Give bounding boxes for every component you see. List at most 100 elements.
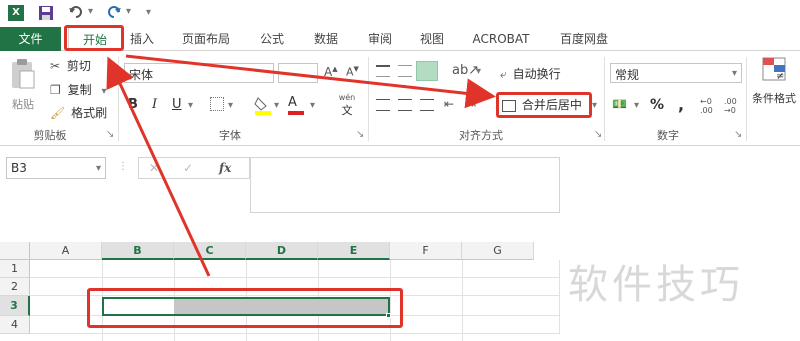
fill-color-dropdown-icon[interactable]: ▾ [274,100,279,111]
accounting-icon[interactable]: 💵 [612,97,627,111]
column-header[interactable]: A [30,242,102,260]
percent-button[interactable]: % [650,97,664,113]
align-center-icon[interactable] [398,99,412,111]
tab-baidu-netdisk[interactable]: 百度网盘 [554,27,614,51]
grid-row[interactable] [30,260,560,278]
underline-dropdown-icon[interactable]: ▾ [188,100,193,111]
tab-view[interactable]: 视图 [414,27,450,51]
conditional-format-label: 条件格式 [752,92,796,105]
save-icon[interactable] [38,5,54,21]
decrease-decimal-icon[interactable]: .00 →0 [724,97,737,115]
align-right-icon[interactable] [420,99,434,111]
conditional-format-button[interactable]: ≠ 条件格式 [752,57,800,117]
redo-dropdown-icon[interactable]: ▾ [126,6,131,17]
divider [604,57,605,141]
align-left-icon[interactable] [376,99,390,111]
row-header[interactable]: 4 [0,316,30,334]
orientation-dropdown-icon[interactable]: ▾ [476,66,481,77]
tab-formulas[interactable]: 公式 [254,27,290,51]
name-box-value: B3 [11,161,27,175]
align-top-icon[interactable] [376,65,390,77]
merge-center-button[interactable]: 合并后居中 [502,96,588,114]
column-header[interactable]: C [174,242,246,260]
tab-acrobat[interactable]: ACROBAT [466,27,536,51]
bold-button[interactable]: B [128,97,138,112]
borders-icon[interactable] [210,97,224,111]
increase-indent-icon[interactable]: ⇥ [466,97,476,111]
align-middle-icon[interactable] [398,65,412,77]
column-divider [462,260,463,341]
font-color-letter: A [288,95,297,110]
svg-text:≠: ≠ [776,71,784,82]
select-all-corner[interactable] [0,242,30,260]
insert-function-button[interactable]: fx [219,161,231,175]
column-header[interactable]: E [318,242,390,260]
row-header[interactable]: 1 [0,260,30,278]
underline-button[interactable]: U [172,97,182,112]
column-header[interactable]: F [390,242,462,260]
alignment-launcher-icon[interactable]: ↘ [594,129,602,140]
copy-icon: ❐ [50,83,61,97]
redo-icon[interactable] [106,4,122,20]
shrink-font-icon[interactable]: A▼ [346,65,359,79]
merge-center-label: 合并后居中 [521,98,582,112]
number-format-dropdown-icon: ▾ [731,68,737,79]
cut-button[interactable]: ✂ 剪切 [50,57,120,75]
accounting-dropdown-icon[interactable]: ▾ [634,100,639,111]
undo-icon[interactable] [68,4,84,20]
row-header[interactable]: 2 [0,278,30,296]
name-box[interactable]: B3 ▾ [6,157,106,179]
number-launcher-icon[interactable]: ↘ [734,129,742,140]
wrap-text-button[interactable]: ⤶ 自动换行 [500,65,590,83]
column-header[interactable]: G [462,242,534,260]
align-bottom-icon[interactable] [416,61,438,81]
phonetic-button[interactable]: wén 文 [332,93,362,117]
row-header[interactable]: 3 [0,296,30,316]
comma-button[interactable]: , [678,95,684,114]
font-name-select[interactable]: 宋体 [124,63,274,83]
paste-button[interactable]: 粘贴 [6,59,40,115]
number-group-label: 数字 [657,129,679,142]
number-format-select[interactable]: 常规 ▾ [610,63,742,83]
brush-icon: 🖌 [50,106,66,120]
tab-insert[interactable]: 插入 [126,27,158,51]
clipboard-group-label: 剪贴板 [33,129,67,142]
formula-input[interactable] [250,157,560,213]
quick-access-toolbar: X ▾ ▾ ▾ [0,0,800,27]
fill-color-icon[interactable] [254,95,272,115]
cancel-formula-button[interactable]: ✕ [149,161,159,175]
decrease-indent-icon[interactable]: ⇤ [444,97,454,111]
tab-review[interactable]: 审阅 [362,27,398,51]
divider [118,57,119,141]
enter-formula-button[interactable]: ✓ [183,161,193,175]
format-painter-button[interactable]: 🖌 格式刷 [50,104,120,122]
font-group-label: 字体 [219,129,241,142]
scissors-icon: ✂ [50,59,61,73]
wrap-text-icon: ⤶ [500,67,507,81]
font-size-select[interactable] [278,63,318,83]
name-box-dropdown-icon: ▾ [95,163,101,174]
font-color-dropdown-icon[interactable]: ▾ [310,100,315,111]
increase-decimal-icon[interactable]: ←0.00 [700,97,713,115]
copy-dropdown-icon[interactable]: ▾ [101,86,106,97]
font-launcher-icon[interactable]: ↘ [356,129,364,140]
column-header[interactable]: B [102,242,174,260]
conditional-format-icon: ≠ [762,57,786,82]
undo-dropdown-icon[interactable]: ▾ [88,6,93,17]
tab-data[interactable]: 数据 [308,27,344,51]
grow-font-icon[interactable]: A▲ [324,65,338,79]
clipboard-launcher-icon[interactable]: ↘ [106,129,114,140]
tab-page-layout[interactable]: 页面布局 [176,27,236,51]
copy-button[interactable]: ❐ 复制 ▾ [50,81,120,99]
phonetic-pinyin: wén [338,93,356,102]
customize-qat-icon[interactable]: ▾ [146,7,151,18]
italic-button[interactable]: I [152,97,157,112]
formula-dots: ⋮ [118,161,128,172]
divider [368,57,369,141]
borders-dropdown-icon[interactable]: ▾ [228,100,233,111]
tab-file[interactable]: 文件 [0,27,61,51]
selection-highlight [87,288,403,328]
font-color-icon[interactable]: A [288,95,306,115]
column-header[interactable]: D [246,242,318,260]
merge-dropdown-icon[interactable]: ▾ [592,100,597,111]
